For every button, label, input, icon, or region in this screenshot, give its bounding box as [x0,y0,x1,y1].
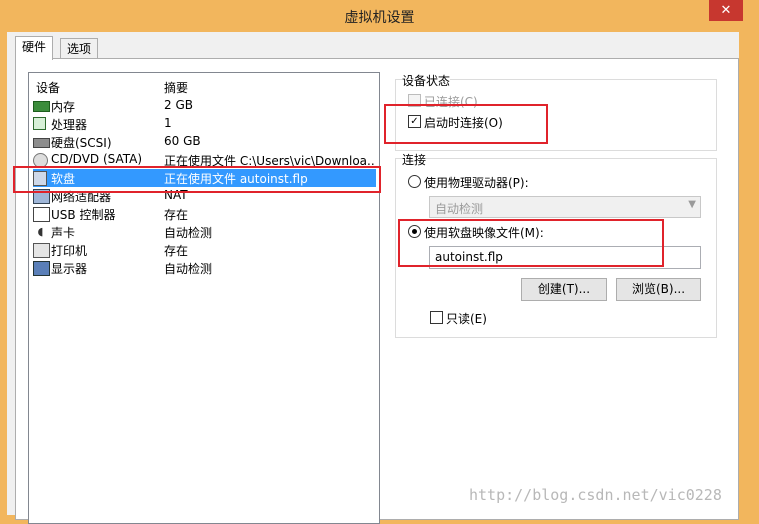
browse-button[interactable]: 浏览(B)... [616,278,701,301]
device-summary: 存在 [164,244,189,258]
device-summary: 自动检测 [164,226,213,240]
annotation-box-floppy-image [398,219,664,267]
column-header-summary[interactable]: 摘要 [164,79,188,96]
device-row-printer[interactable]: 打印机 存在 [33,241,378,259]
device-name: 打印机 [51,244,88,258]
display-icon [33,261,50,276]
usb-icon [33,207,50,222]
device-row-display[interactable]: 显示器 自动检测 [33,259,378,277]
device-row-memory[interactable]: 内存 2 GB [33,97,378,115]
read-only-checkbox[interactable] [430,311,443,324]
device-name: CD/DVD (SATA) [51,152,143,166]
hard-disk-icon [33,138,50,148]
physical-drive-label: 使用物理驱动器(P): [424,176,529,190]
window-title: 虚拟机设置 [344,10,415,26]
processor-icon [33,117,46,130]
chevron-down-icon: ▼ [688,199,696,210]
device-row-usb-controller[interactable]: USB 控制器 存在 [33,205,378,223]
device-row-processor[interactable]: 处理器 1 [33,115,378,133]
tab-options[interactable]: 选项 [60,38,99,59]
device-summary: 1 [164,116,172,130]
connection-group-label: 连接 [402,151,427,168]
read-only-label: 只读(E) [446,312,487,326]
device-summary: 存在 [164,208,189,222]
device-summary: 2 GB [164,98,193,112]
close-icon: ✕ [720,3,732,18]
device-status-group-label: 设备状态 [402,72,451,89]
watermark-text: http://blog.csdn.net/vic0228 [469,486,722,504]
column-header-device[interactable]: 设备 [36,79,60,96]
device-name: 内存 [51,100,76,114]
sound-card-icon: ◖ [37,225,44,238]
device-name: 声卡 [51,226,76,240]
device-name: 处理器 [51,118,88,132]
physical-drive-radio[interactable] [408,175,421,188]
printer-icon [33,243,50,258]
device-summary: 60 GB [164,134,201,148]
device-summary: 自动检测 [164,262,213,276]
window-frame-right [739,32,759,515]
device-row-sound-card[interactable]: ◖ 声卡 自动检测 [33,223,378,241]
annotation-box-connect-at-power-on [384,104,548,144]
device-name: USB 控制器 [51,208,116,222]
device-name: 显示器 [51,262,88,276]
annotation-box-floppy-row [13,166,381,193]
close-button[interactable]: ✕ [709,0,743,21]
device-row-hard-disk[interactable]: 硬盘(SCSI) 60 GB [33,133,378,151]
device-name: 硬盘(SCSI) [51,136,112,150]
tab-hardware[interactable]: 硬件 [15,36,54,60]
memory-icon [33,101,50,112]
title-bar: 虚拟机设置 ✕ [0,0,759,32]
create-button[interactable]: 创建(T)... [521,278,607,301]
physical-drive-select[interactable]: 自动检测 ▼ [429,196,701,218]
physical-drive-value: 自动检测 [435,202,484,216]
